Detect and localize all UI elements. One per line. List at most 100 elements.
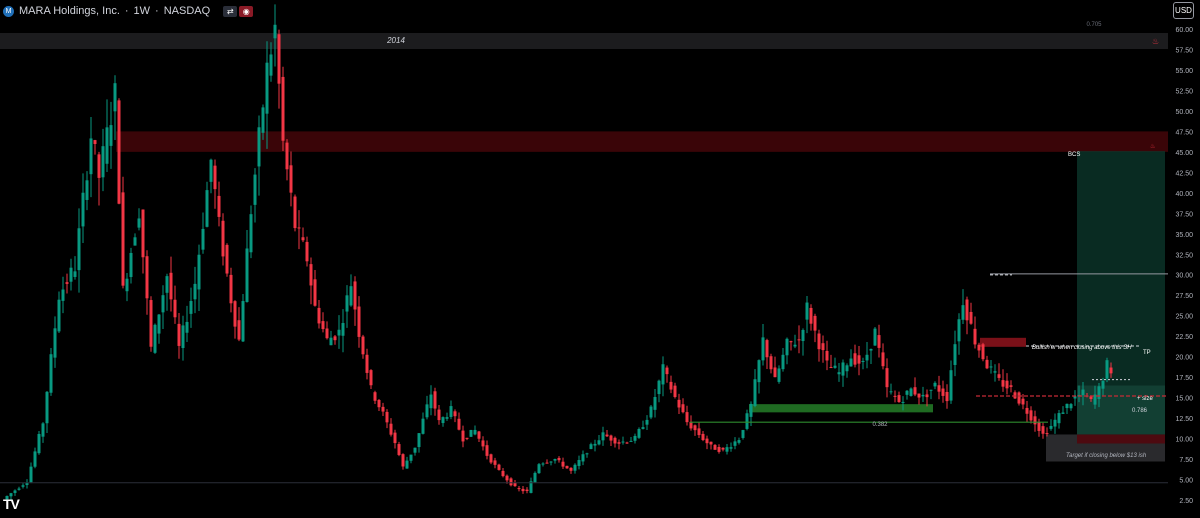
alert-icon[interactable]: ◉ — [239, 5, 254, 17]
candle-body — [1041, 426, 1045, 434]
candle-body — [393, 432, 397, 444]
candle-body — [29, 466, 33, 483]
candle-body — [1037, 422, 1041, 431]
price-tick-label: 37.50 — [1175, 211, 1193, 218]
candle-body — [1049, 425, 1053, 429]
candle-body — [61, 289, 65, 301]
candle-body — [1029, 410, 1033, 421]
price-tick-label: 27.50 — [1175, 293, 1193, 300]
candle-body — [1013, 392, 1017, 399]
candle-body — [789, 341, 793, 343]
candle-body — [1025, 407, 1029, 414]
price-axis[interactable]: 60.00 57.50 55.00 52.50 50.00 47.50 45.00 42.50… — [1175, 27, 1193, 505]
candle-body — [617, 442, 621, 444]
candle-body — [829, 367, 833, 369]
symbol-name[interactable]: MARA Holdings, Inc. — [19, 5, 120, 17]
candle-body — [933, 382, 937, 387]
candle-body — [1061, 412, 1065, 414]
candle-body — [337, 329, 341, 336]
candle-body — [1005, 380, 1009, 389]
candle-body — [269, 54, 273, 76]
candle-body — [145, 256, 149, 299]
candle-body — [917, 393, 921, 398]
candle-body — [165, 276, 169, 293]
candle-body — [469, 429, 473, 437]
candle-body — [301, 237, 305, 241]
candle-body — [517, 488, 521, 490]
header-separator: · — [155, 5, 159, 17]
price-chart[interactable]: 2014 0.705 0.382 0.786 BCS TP + size Bullish'er… — [0, 0, 1200, 518]
candle-body — [73, 271, 77, 277]
candle-body — [641, 427, 645, 429]
candle-body — [653, 397, 657, 410]
candle-body — [729, 447, 733, 449]
sh-zone — [980, 337, 1026, 347]
candle-body — [797, 339, 801, 341]
candle-body — [1045, 433, 1049, 435]
candle-body — [537, 464, 541, 474]
candle-body — [369, 370, 373, 386]
candle-body — [17, 488, 21, 490]
candle-body — [309, 264, 313, 286]
candle-body — [445, 417, 449, 419]
candle-body — [261, 107, 265, 133]
header-badges: ⇄ ◉ — [223, 5, 254, 17]
price-tick-label: 57.50 — [1175, 47, 1193, 54]
candle-body — [437, 409, 441, 421]
interval-label[interactable]: 1W — [134, 5, 151, 17]
candle-body — [389, 423, 393, 435]
candle-body — [233, 301, 237, 327]
candle-body — [65, 282, 69, 284]
price-tick-label: 60.00 — [1175, 27, 1193, 34]
candle-body — [793, 344, 797, 347]
compare-icon[interactable]: ⇄ — [223, 5, 238, 17]
candle-body — [321, 321, 325, 330]
price-tick-label: 30.00 — [1175, 273, 1193, 280]
candle-body — [69, 267, 73, 282]
candle-body — [109, 125, 113, 146]
candle-body — [241, 301, 245, 342]
candle-body — [745, 413, 749, 429]
candle-body — [953, 344, 957, 365]
candle-body — [613, 437, 617, 444]
tp-label: TP — [1143, 350, 1151, 356]
candle-body — [317, 307, 321, 324]
candle-body — [57, 299, 61, 332]
candle-body — [777, 368, 781, 382]
stop-zone — [1077, 434, 1165, 444]
candle-body — [825, 350, 829, 361]
candle-body — [749, 403, 753, 417]
candle-body — [1053, 419, 1057, 427]
currency-button[interactable]: USD — [1173, 2, 1194, 19]
candle-body — [637, 428, 641, 438]
candle-body — [769, 356, 773, 370]
candle-body — [821, 343, 825, 351]
candle-body — [129, 252, 133, 278]
candle-body — [569, 467, 573, 471]
candle-body — [589, 444, 593, 449]
candle-body — [253, 174, 257, 205]
candle-body — [281, 76, 285, 141]
candle-body — [949, 370, 953, 401]
candle-body — [117, 100, 121, 204]
candle-body — [429, 394, 433, 409]
candle-body — [433, 391, 437, 409]
candle-body — [45, 391, 49, 424]
candle-body — [385, 411, 389, 423]
candle-body — [381, 406, 385, 412]
exchange-label: NASDAQ — [163, 5, 211, 17]
candle-body — [461, 430, 465, 442]
candle-body — [205, 190, 209, 227]
candle-body — [905, 390, 909, 395]
candle-body — [405, 460, 409, 469]
candle-body — [533, 472, 537, 483]
fib-382-label: 0.382 — [872, 422, 888, 428]
band-2014 — [0, 33, 1168, 49]
candle-body — [645, 419, 649, 425]
candle-body — [961, 305, 965, 320]
candle-body — [861, 360, 865, 362]
candle-body — [85, 180, 89, 200]
candle-body — [857, 355, 861, 364]
header-separator: · — [124, 5, 129, 17]
candle-body — [877, 335, 881, 348]
